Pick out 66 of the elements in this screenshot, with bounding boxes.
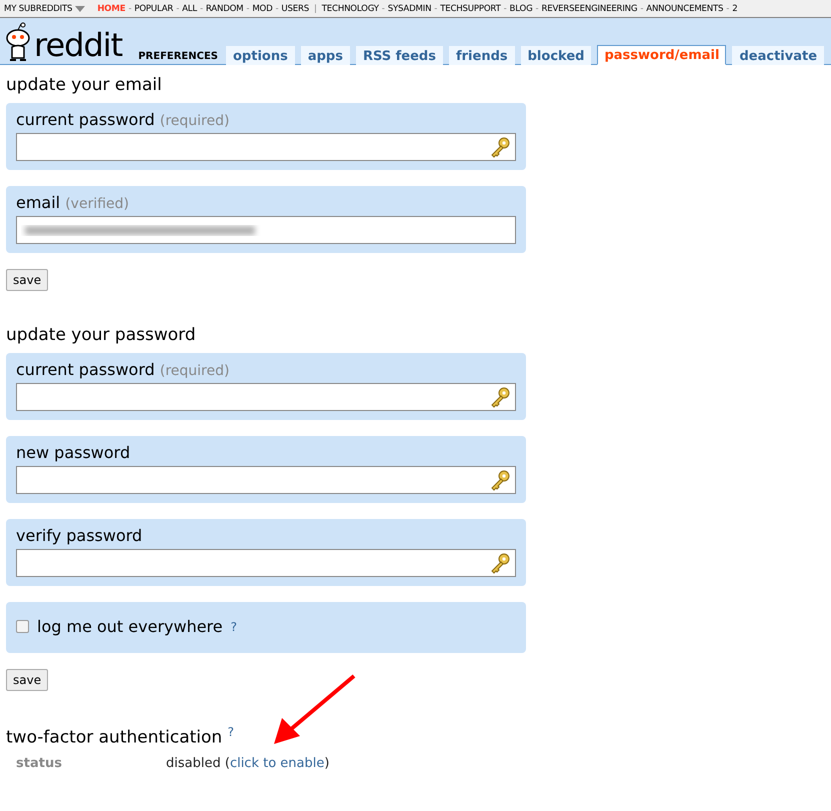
subreddit-link[interactable]: SYSADMIN: [388, 4, 432, 14]
nav-separator: -: [128, 4, 132, 14]
checkbox-label: log me out everywhere: [37, 617, 223, 636]
input-field[interactable]: [16, 466, 516, 494]
field-label: current password: [16, 360, 155, 379]
nav-separator: -: [176, 4, 180, 14]
nav-link[interactable]: USERS: [281, 4, 310, 14]
nav-divider: |: [314, 4, 317, 14]
parenthesis: ): [324, 756, 330, 771]
section-title: two-factor authentication $^{?}$: [6, 725, 235, 748]
checkbox[interactable]: [16, 620, 29, 633]
tab[interactable]: options: [226, 46, 295, 65]
key-icon: [489, 552, 511, 574]
parenthesis: (: [224, 756, 230, 771]
logo-text[interactable]: reddit: [34, 28, 122, 62]
tab[interactable]: apps: [300, 46, 350, 65]
page-title: PREFERENCES: [138, 51, 218, 64]
nav-separator: -: [200, 4, 203, 14]
nav-separator: -: [504, 4, 507, 14]
enable-link[interactable]: click to enable: [230, 756, 324, 771]
nav-separator: -: [246, 4, 250, 14]
key-icon: [489, 469, 511, 491]
subreddit-link[interactable]: ANNOUNCEMENTS: [646, 4, 724, 14]
input-field[interactable]: [16, 133, 516, 161]
nav-link[interactable]: ALL: [182, 4, 197, 14]
save-button[interactable]: save: [6, 269, 48, 291]
alien-mascot-icon: [4, 22, 32, 62]
nav-link[interactable]: RANDOM: [206, 4, 244, 14]
nav-separator: -: [536, 4, 538, 14]
nav-link[interactable]: POPULAR: [134, 4, 174, 14]
my-subreddits-menu[interactable]: MY SUBREDDITS: [4, 4, 72, 14]
nav-separator: -: [726, 4, 730, 14]
help-link[interactable]: ?: [230, 620, 237, 634]
field-note: (required): [160, 363, 230, 379]
status-label: status: [16, 756, 63, 771]
field-label: email: [16, 193, 60, 212]
dropdown-caret-icon[interactable]: [75, 6, 86, 12]
tab[interactable]: deactivate: [732, 46, 824, 65]
input-field[interactable]: [16, 549, 516, 577]
nav-separator: -: [434, 4, 438, 14]
field-label: current password: [16, 110, 155, 129]
field-note: (verified): [65, 196, 130, 212]
subreddit-link[interactable]: REVERSEENGINEERING: [541, 4, 638, 14]
status-value: disabled: [166, 756, 221, 771]
input-field[interactable]: [16, 383, 516, 411]
subreddit-link[interactable]: TECHSUPPORT: [440, 4, 501, 14]
key-icon: [489, 386, 511, 408]
field-label: verify password: [16, 526, 142, 545]
field-label: new password: [16, 443, 130, 462]
subreddit-link[interactable]: BLOG: [510, 4, 533, 14]
subreddit-link[interactable]: 2: [732, 4, 738, 14]
input-field[interactable]: [16, 216, 516, 244]
help-link[interactable]: ?: [228, 725, 234, 739]
tab[interactable]: friends: [448, 46, 515, 65]
tab[interactable]: RSS feeds: [356, 46, 443, 65]
save-button[interactable]: save: [6, 669, 48, 691]
field-note: (required): [160, 113, 230, 129]
nav-link[interactable]: MOD: [252, 4, 273, 14]
section-title: update your email: [6, 75, 163, 95]
subreddit-link[interactable]: TECHNOLOGY: [322, 4, 379, 14]
nav-separator: -: [382, 4, 385, 14]
nav-separator: -: [276, 4, 278, 14]
nav-separator: -: [640, 4, 644, 14]
key-icon: [489, 136, 511, 158]
section-title: update your password: [6, 325, 197, 345]
tab[interactable]: blocked: [520, 46, 592, 65]
